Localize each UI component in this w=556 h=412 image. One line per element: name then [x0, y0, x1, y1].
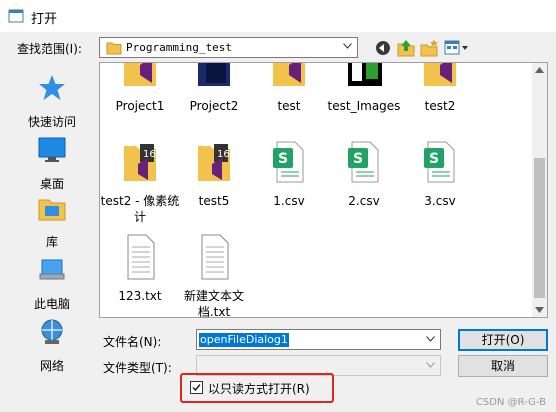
- title-bar: 打开: [0, 0, 556, 32]
- cancel-button[interactable]: 取消: [458, 355, 548, 377]
- file-name: 新建文本文档.txt: [183, 289, 244, 318]
- file-name: test: [277, 99, 301, 113]
- readonly-checkbox[interactable]: [190, 381, 203, 394]
- filetype-label: 文件类型(T):: [103, 361, 172, 375]
- text-file-icon: [127, 234, 155, 280]
- csv-file-icon: S: [348, 141, 379, 183]
- desktop-icon: [38, 137, 66, 162]
- place-library[interactable]: 库: [8, 192, 96, 250]
- look-in-label: 查找范围(I):: [17, 42, 82, 56]
- file-item[interactable]: test_Images: [324, 63, 404, 114]
- file-name: 1.csv: [273, 194, 305, 208]
- chevron-down-icon[interactable]: [343, 43, 352, 49]
- chevron-down-icon[interactable]: [426, 336, 435, 342]
- place-label: 库: [45, 235, 58, 249]
- file-name: test2: [424, 99, 456, 113]
- svg-text:S: S: [353, 151, 363, 167]
- file-item[interactable]: test: [249, 63, 329, 114]
- file-name: 3.csv: [424, 194, 456, 208]
- filename-label: 文件名(N):: [103, 335, 162, 349]
- filename-value: openFileDialog1: [199, 333, 289, 347]
- place-label: 快速访问: [27, 115, 76, 129]
- place-label: 网络: [39, 359, 64, 373]
- image-folder-icon: [348, 63, 382, 86]
- scroll-down-icon[interactable]: [535, 307, 544, 313]
- new-folder-icon[interactable]: [418, 38, 440, 58]
- back-icon[interactable]: [372, 38, 394, 58]
- watermark: CSDN @R-G-B: [475, 397, 546, 408]
- file-name: 123.txt: [118, 289, 162, 303]
- text-file-icon: [201, 234, 229, 280]
- filename-input[interactable]: openFileDialog1: [196, 329, 441, 350]
- svg-text:16: 16: [217, 149, 230, 160]
- open-button[interactable]: 打开(O): [458, 329, 548, 351]
- checkmark-icon: [192, 384, 201, 392]
- place-network[interactable]: 网络: [8, 316, 96, 374]
- place-quick-access[interactable]: 快速访问: [8, 72, 96, 130]
- vertical-scrollbar[interactable]: [532, 63, 547, 317]
- look-in-path: Programming_test: [126, 41, 232, 54]
- file-name: test2 - 像素统计: [100, 194, 180, 224]
- place-this-pc[interactable]: 此电脑: [8, 254, 96, 312]
- place-desktop[interactable]: 桌面: [8, 134, 96, 192]
- vs-folder-icon: [424, 63, 456, 86]
- file-item[interactable]: Project2: [174, 63, 254, 114]
- csv-file-icon: S: [424, 141, 455, 183]
- library-icon: [38, 199, 66, 221]
- file-name: Project2: [189, 99, 239, 113]
- up-folder-icon[interactable]: [395, 38, 417, 58]
- file-item[interactable]: 16 test2 - 像素统计: [100, 138, 180, 225]
- network-icon: [41, 319, 63, 344]
- file-item[interactable]: 123.txt: [100, 233, 180, 304]
- look-in-combo[interactable]: Programming_test: [99, 37, 358, 58]
- readonly-label[interactable]: 以只读方式打开(R): [208, 380, 310, 397]
- place-label: 此电脑: [33, 297, 70, 311]
- csv-file-icon: S: [273, 141, 304, 183]
- app-icon: [8, 9, 24, 23]
- file-item[interactable]: test2: [400, 63, 480, 114]
- svg-text:S: S: [429, 151, 439, 167]
- window-title: 打开: [31, 12, 58, 27]
- view-menu-icon[interactable]: [443, 38, 471, 58]
- folder-icon: [106, 42, 122, 55]
- file-list[interactable]: Project1 Project2 test test_Images test2: [99, 62, 548, 318]
- svg-text:16: 16: [143, 149, 156, 160]
- file-item[interactable]: 16 test5: [174, 138, 254, 209]
- file-name: test5: [198, 194, 230, 208]
- scroll-up-icon[interactable]: [535, 67, 544, 73]
- vs-folder-icon: [124, 63, 156, 86]
- file-item[interactable]: S 3.csv: [400, 138, 480, 209]
- file-item[interactable]: 新建文本文档.txt: [174, 233, 254, 318]
- file-name: test_Images: [327, 99, 401, 113]
- folder-icon: [198, 63, 230, 86]
- file-name: Project1: [115, 99, 165, 113]
- star-icon: [39, 75, 65, 100]
- scrollbar-thumb[interactable]: [534, 158, 545, 298]
- file-item[interactable]: Project1: [100, 63, 180, 114]
- file-item[interactable]: S 1.csv: [249, 138, 329, 209]
- places-bar: 快速访问 桌面 库 此电脑 网络: [8, 62, 96, 380]
- chevron-down-icon[interactable]: [426, 362, 435, 368]
- computer-icon: [39, 259, 65, 280]
- vs-folder-icon: 16: [198, 144, 230, 181]
- vs-folder-icon: 16: [124, 144, 156, 181]
- place-label: 桌面: [39, 177, 64, 191]
- file-item[interactable]: S 2.csv: [324, 138, 404, 209]
- svg-text:S: S: [278, 151, 288, 167]
- vs-folder-icon: [273, 63, 305, 86]
- file-name: 2.csv: [348, 194, 380, 208]
